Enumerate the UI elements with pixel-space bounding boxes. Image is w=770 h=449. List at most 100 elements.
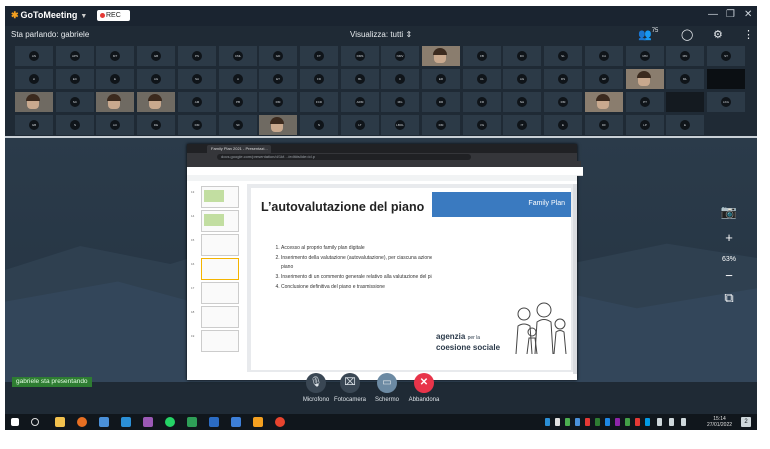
attendee-tile[interactable]: PT [626, 92, 664, 112]
chat-icon[interactable]: ◯ [681, 28, 693, 41]
attendee-tile[interactable]: SA [178, 69, 216, 89]
screen-share-button[interactable]: ▭ [377, 373, 397, 393]
volume-icon[interactable] [681, 418, 686, 426]
attendee-tile[interactable]: LKG [707, 92, 745, 112]
attendee-tile[interactable] [422, 46, 460, 66]
file-explorer-icon[interactable] [55, 417, 65, 427]
attendee-tile[interactable]: CL [463, 69, 501, 89]
attendee-tile[interactable]: LBOL [381, 115, 419, 135]
app-icon[interactable] [143, 417, 153, 427]
attendee-tile[interactable]: RS [544, 69, 582, 89]
attendee-tile[interactable]: DF [585, 115, 623, 135]
attendee-tile[interactable]: MM [626, 46, 664, 66]
attendee-tile[interactable]: LP [626, 115, 664, 135]
url-field[interactable]: docs.google.com/presentation/d/1kf…/edit… [217, 154, 471, 160]
attendee-tile[interactable]: AG [503, 69, 541, 89]
current-slide[interactable]: L’autovalutazione del piano Accesso al p… [251, 188, 571, 370]
camera-snapshot-icon[interactable]: 📷 [718, 202, 740, 222]
attendee-tile[interactable]: NH [503, 92, 541, 112]
app-icon[interactable] [231, 417, 241, 427]
attendee-tile[interactable]: ET [259, 69, 297, 89]
attendee-tile[interactable]: FCD [300, 92, 338, 112]
attendee-tile[interactable]: RM [544, 92, 582, 112]
more-icon[interactable]: ⋮ [743, 28, 754, 41]
whatsapp-icon[interactable] [165, 417, 175, 427]
attendee-tile[interactable]: MN [666, 46, 704, 66]
minimize-icon[interactable]: — [708, 9, 718, 20]
tray-icon[interactable] [625, 418, 630, 426]
windows-start-icon[interactable] [11, 418, 19, 426]
attendee-tile[interactable]: E [96, 69, 134, 89]
rec-badge[interactable]: REC [97, 10, 130, 21]
attendee-tile[interactable]: ARM [341, 92, 379, 112]
attendee-tile[interactable]: BL [341, 69, 379, 89]
zoom-out-button[interactable]: − [718, 266, 740, 286]
app-icon[interactable] [121, 417, 131, 427]
attendee-tile[interactable]: ML [666, 69, 704, 89]
restore-icon[interactable]: ❐ [726, 9, 735, 20]
attendee-tile[interactable]: N [300, 115, 338, 135]
attendee-tile[interactable]: GD [259, 46, 297, 66]
attendee-tile[interactable] [259, 115, 297, 135]
attendee-tile[interactable]: FT [300, 46, 338, 66]
firefox-icon[interactable] [77, 417, 87, 427]
tray-icon[interactable] [605, 418, 610, 426]
slide-thumbnail[interactable] [201, 330, 239, 352]
attendee-tile[interactable] [666, 92, 704, 112]
close-icon[interactable]: ✕ [744, 9, 752, 20]
browser-tab[interactable]: Family Plan 2021 - Presentazi... [207, 145, 271, 153]
attendee-tile[interactable] [707, 69, 745, 89]
attendee-tile[interactable]: LI [15, 69, 53, 89]
attendee-tile[interactable]: PB [219, 92, 257, 112]
tray-icon[interactable] [585, 418, 590, 426]
attendee-tile[interactable]: C [381, 69, 419, 89]
excel-icon[interactable] [187, 417, 197, 427]
attendee-tile[interactable]: FD [300, 69, 338, 89]
camera-button[interactable]: ⌧ [340, 373, 360, 393]
attendee-tile[interactable]: FR [463, 92, 501, 112]
slide-thumbnail[interactable] [201, 234, 239, 256]
attendee-tile[interactable]: IT [503, 115, 541, 135]
attendee-tile[interactable]: GB [137, 46, 175, 66]
attendee-tile[interactable] [585, 92, 623, 112]
attendee-tile[interactable]: AU [96, 115, 134, 135]
attendee-tile[interactable] [137, 92, 175, 112]
attendee-tile[interactable]: ER [422, 69, 460, 89]
attendee-tile[interactable]: ST [707, 46, 745, 66]
attendee-tile[interactable]: LT [341, 115, 379, 135]
tray-icon[interactable] [545, 418, 550, 426]
app-menu[interactable]: ✱ GoToMeeting ▼ [11, 10, 87, 21]
gotomeeting-taskbar-icon[interactable] [253, 417, 263, 427]
slide-thumbnail[interactable] [201, 210, 239, 232]
search-icon[interactable] [31, 418, 39, 426]
attendee-tile[interactable]: APS [56, 46, 94, 66]
attendee-tile[interactable]: SC [56, 92, 94, 112]
slide-thumbnail-selected[interactable] [201, 258, 239, 280]
tray-icon[interactable] [615, 418, 620, 426]
attendee-tile[interactable] [15, 92, 53, 112]
attendee-tile[interactable]: PS [178, 46, 216, 66]
tray-icon[interactable] [555, 418, 560, 426]
slide-thumbnail[interactable] [201, 186, 239, 208]
tray-icon[interactable] [575, 418, 580, 426]
attendee-tile[interactable]: RM [259, 92, 297, 112]
attendee-tile[interactable]: VG [463, 115, 501, 135]
slide-thumbnail[interactable] [201, 282, 239, 304]
attendee-tile[interactable]: NMV [381, 46, 419, 66]
attendee-tile[interactable]: AN [15, 46, 53, 66]
attendee-tile[interactable]: CA [585, 46, 623, 66]
attendee-tile[interactable] [96, 92, 134, 112]
leave-button[interactable]: ✕ [414, 373, 434, 393]
attendee-tile[interactable]: A [219, 69, 257, 89]
tray-icon[interactable] [565, 418, 570, 426]
attendee-tile[interactable]: DC [503, 46, 541, 66]
attendee-tile[interactable]: MT [96, 46, 134, 66]
attendee-tile[interactable]: E [544, 115, 582, 135]
tray-icon[interactable] [645, 418, 650, 426]
slide-thumbnail[interactable] [201, 306, 239, 328]
attendee-tile[interactable]: SF [219, 115, 257, 135]
attendee-tile[interactable]: GB [15, 115, 53, 135]
tray-icon[interactable] [635, 418, 640, 426]
attendee-tile[interactable]: FB [463, 46, 501, 66]
gear-icon[interactable]: ⚙ [713, 28, 723, 41]
